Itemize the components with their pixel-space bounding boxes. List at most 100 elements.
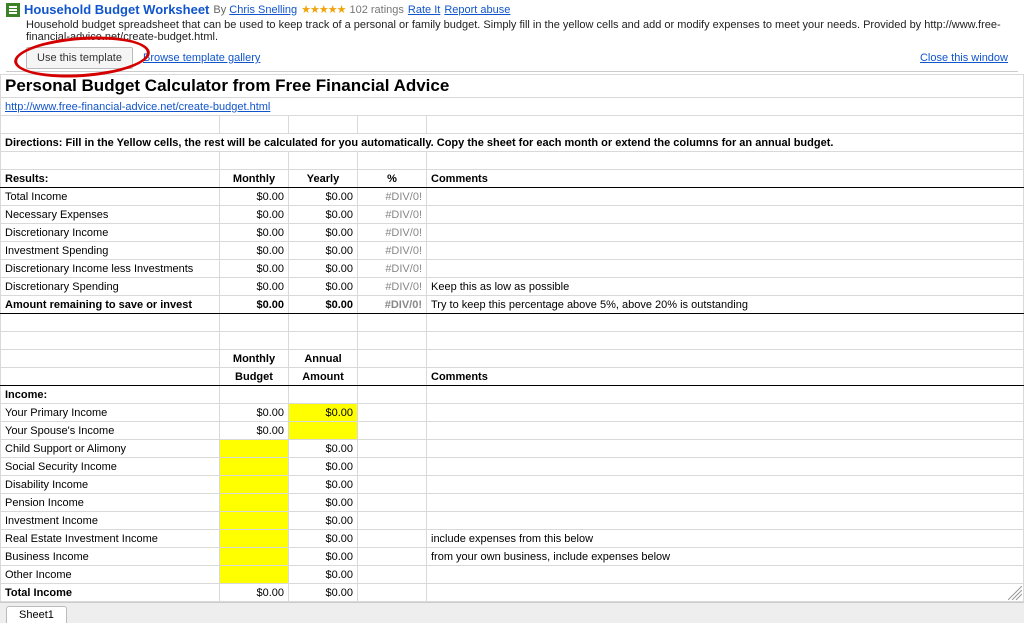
- cell[interactable]: Discretionary Income: [1, 224, 220, 242]
- cell[interactable]: Try to keep this percentage above 5%, ab…: [427, 296, 1024, 314]
- cell[interactable]: $0.00: [220, 224, 289, 242]
- cell[interactable]: $0.00: [220, 206, 289, 224]
- cell[interactable]: [358, 566, 427, 584]
- cell[interactable]: %: [358, 170, 427, 188]
- cell[interactable]: Investment Spending: [1, 242, 220, 260]
- cell[interactable]: [289, 152, 358, 170]
- cell[interactable]: [220, 548, 289, 566]
- cell[interactable]: http://www.free-financial-advice.net/cre…: [1, 98, 1024, 116]
- cell[interactable]: [220, 440, 289, 458]
- source-url-link[interactable]: http://www.free-financial-advice.net/cre…: [5, 101, 270, 113]
- cell[interactable]: $0.00: [220, 188, 289, 206]
- cell[interactable]: [289, 386, 358, 404]
- cell[interactable]: $0.00: [220, 278, 289, 296]
- cell[interactable]: Business Income: [1, 548, 220, 566]
- cell[interactable]: [358, 386, 427, 404]
- cell[interactable]: #DIV/0!: [358, 242, 427, 260]
- cell[interactable]: [220, 530, 289, 548]
- cell[interactable]: $0.00: [289, 530, 358, 548]
- browse-gallery-link[interactable]: Browse template gallery: [143, 52, 260, 64]
- cell[interactable]: [427, 152, 1024, 170]
- cell[interactable]: $0.00: [289, 440, 358, 458]
- cell[interactable]: [220, 566, 289, 584]
- cell[interactable]: [220, 476, 289, 494]
- cell[interactable]: Results:: [1, 170, 220, 188]
- cell[interactable]: [358, 458, 427, 476]
- author-link[interactable]: Chris Snelling: [229, 4, 297, 16]
- cell[interactable]: [427, 422, 1024, 440]
- cell[interactable]: [427, 332, 1024, 350]
- cell[interactable]: [427, 350, 1024, 368]
- cell[interactable]: [358, 350, 427, 368]
- cell[interactable]: Total Income: [1, 584, 220, 602]
- close-window-link[interactable]: Close this window: [920, 52, 1008, 64]
- cell[interactable]: $0.00: [289, 206, 358, 224]
- cell[interactable]: #DIV/0!: [358, 260, 427, 278]
- report-abuse-link[interactable]: Report abuse: [444, 4, 510, 16]
- cell[interactable]: [427, 242, 1024, 260]
- cell[interactable]: [1, 314, 220, 332]
- cell[interactable]: [220, 152, 289, 170]
- cell[interactable]: [427, 224, 1024, 242]
- cell[interactable]: include expenses from this below: [427, 530, 1024, 548]
- cell[interactable]: [1, 116, 220, 134]
- cell[interactable]: [427, 188, 1024, 206]
- cell[interactable]: Investment Income: [1, 512, 220, 530]
- cell[interactable]: [1, 350, 220, 368]
- cell[interactable]: [358, 368, 427, 386]
- rate-it-link[interactable]: Rate It: [408, 4, 440, 16]
- cell[interactable]: [358, 116, 427, 134]
- cell[interactable]: Necessary Expenses: [1, 206, 220, 224]
- cell[interactable]: [220, 386, 289, 404]
- cell[interactable]: Child Support or Alimony: [1, 440, 220, 458]
- cell[interactable]: Budget: [220, 368, 289, 386]
- cell[interactable]: $0.00: [220, 404, 289, 422]
- cell[interactable]: $0.00: [289, 566, 358, 584]
- cell[interactable]: Discretionary Spending: [1, 278, 220, 296]
- cell[interactable]: [358, 332, 427, 350]
- cell[interactable]: [427, 584, 1024, 602]
- cell[interactable]: [427, 206, 1024, 224]
- cell[interactable]: [427, 404, 1024, 422]
- cell[interactable]: [427, 476, 1024, 494]
- cell[interactable]: #DIV/0!: [358, 206, 427, 224]
- cell[interactable]: [427, 260, 1024, 278]
- cell[interactable]: Personal Budget Calculator from Free Fin…: [1, 75, 1024, 98]
- cell[interactable]: [289, 116, 358, 134]
- cell[interactable]: Comments: [427, 170, 1024, 188]
- cell[interactable]: Keep this as low as possible: [427, 278, 1024, 296]
- cell[interactable]: [427, 512, 1024, 530]
- cell[interactable]: $0.00: [289, 476, 358, 494]
- cell[interactable]: [1, 332, 220, 350]
- cell[interactable]: [358, 584, 427, 602]
- cell[interactable]: Total Income: [1, 188, 220, 206]
- cell[interactable]: [289, 314, 358, 332]
- cell[interactable]: $0.00: [220, 296, 289, 314]
- cell[interactable]: [358, 548, 427, 566]
- cell[interactable]: $0.00: [289, 296, 358, 314]
- cell[interactable]: $0.00: [220, 242, 289, 260]
- cell[interactable]: #DIV/0!: [358, 296, 427, 314]
- cell[interactable]: $0.00: [220, 260, 289, 278]
- cell[interactable]: Pension Income: [1, 494, 220, 512]
- cell[interactable]: Comments: [427, 368, 1024, 386]
- cell[interactable]: [220, 332, 289, 350]
- cell[interactable]: Amount remaining to save or invest: [1, 296, 220, 314]
- cell[interactable]: $0.00: [289, 494, 358, 512]
- cell[interactable]: Yearly: [289, 170, 358, 188]
- cell[interactable]: [289, 332, 358, 350]
- cell[interactable]: $0.00: [289, 242, 358, 260]
- cell[interactable]: $0.00: [289, 458, 358, 476]
- cell[interactable]: Disability Income: [1, 476, 220, 494]
- cell[interactable]: [358, 476, 427, 494]
- cell[interactable]: [358, 152, 427, 170]
- cell[interactable]: $0.00: [220, 584, 289, 602]
- sheet-tab[interactable]: Sheet1: [6, 606, 67, 623]
- use-template-button[interactable]: Use this template: [26, 47, 133, 69]
- cell[interactable]: $0.00: [289, 224, 358, 242]
- cell[interactable]: $0.00: [289, 512, 358, 530]
- cell[interactable]: [358, 404, 427, 422]
- cell[interactable]: Social Security Income: [1, 458, 220, 476]
- cell[interactable]: #DIV/0!: [358, 278, 427, 296]
- cell[interactable]: [1, 152, 220, 170]
